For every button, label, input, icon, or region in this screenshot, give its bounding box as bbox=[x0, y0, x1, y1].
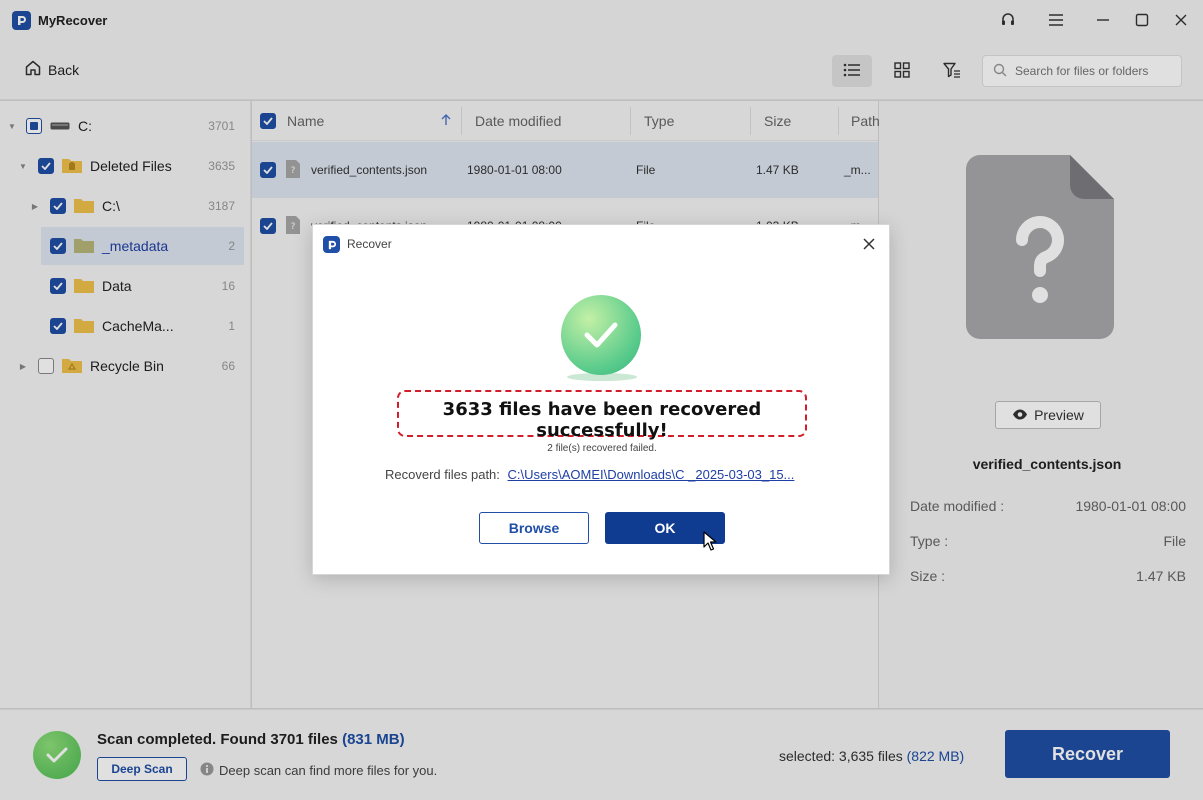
dialog-logo-icon bbox=[323, 236, 340, 253]
dialog-close-icon[interactable] bbox=[859, 234, 879, 254]
recovered-path-link[interactable]: C:\Users\AOMEI\Downloads\C _2025-03-03_1… bbox=[508, 467, 795, 482]
dialog-failed-note: 2 file(s) recovered failed. bbox=[547, 443, 657, 454]
success-check-icon bbox=[561, 295, 641, 375]
mouse-cursor-icon bbox=[703, 531, 717, 554]
recovered-path-row: Recoverd files path: C:\Users\AOMEI\Down… bbox=[385, 467, 794, 482]
recovered-path-label: Recoverd files path: bbox=[385, 467, 500, 482]
result-highlight-box: 3633 files have been recovered successfu… bbox=[397, 390, 807, 454]
dialog-headline: 3633 files have been recovered successfu… bbox=[442, 399, 762, 441]
browse-button[interactable]: Browse bbox=[479, 512, 589, 544]
recover-dialog: Recover 3633 files have been recovered s… bbox=[312, 224, 890, 575]
dialog-title: Recover bbox=[347, 237, 392, 251]
